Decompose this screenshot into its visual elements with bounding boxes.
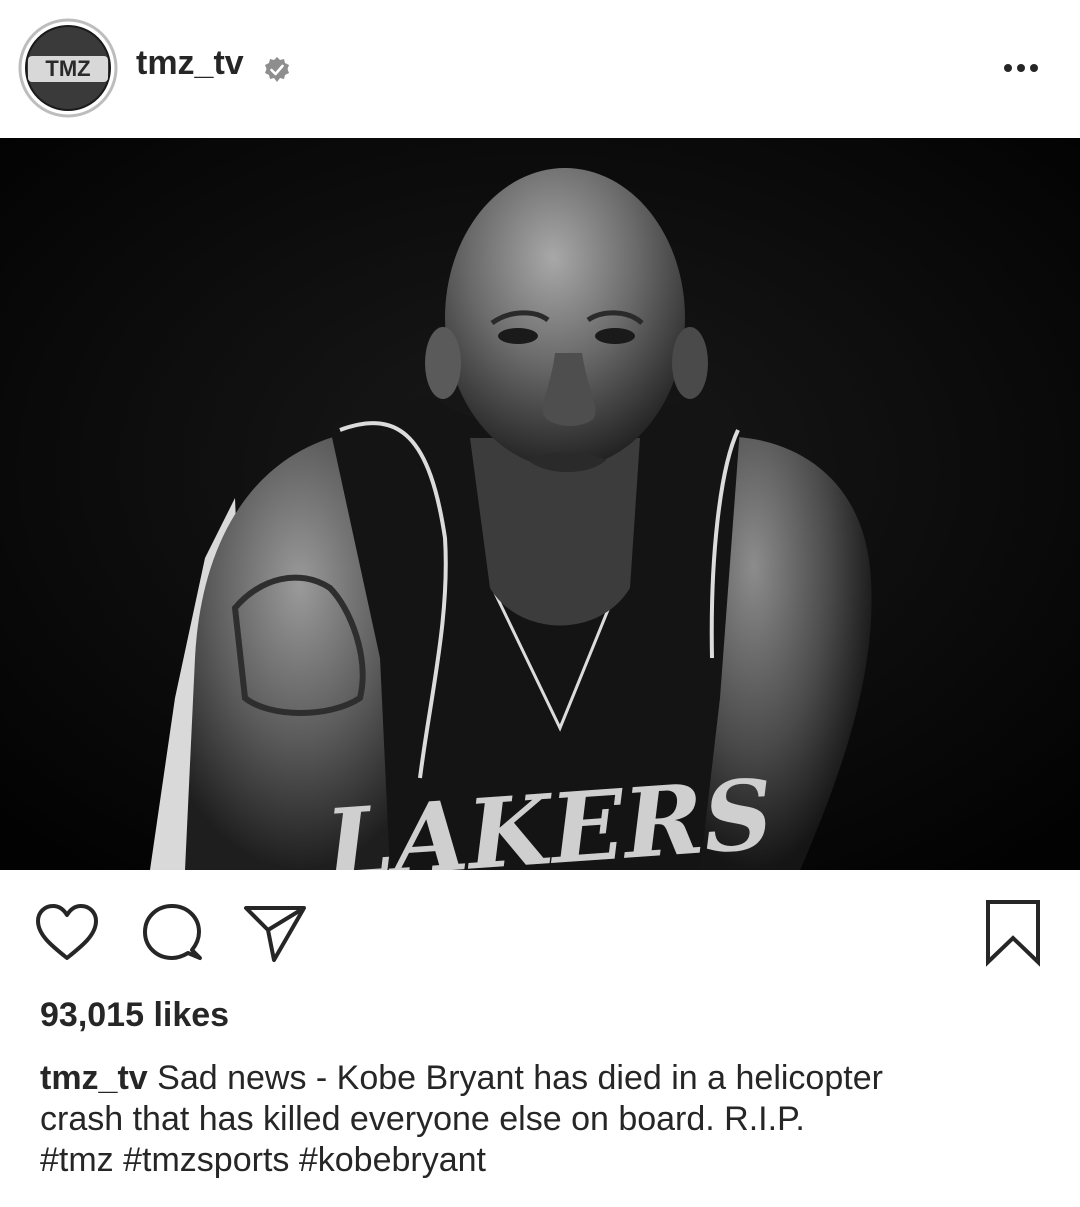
caption-text-1: Sad news - Kobe Bryant has died in a hel… [157,1059,883,1097]
more-options-icon[interactable] [996,50,1046,86]
caption: tmz_tv Sad news - Kobe Bryant has died i… [40,1058,1040,1181]
post-header: TMZ tmz_tv [0,0,1080,138]
caption-hashtags[interactable]: #tmz #tmzsports #kobebryant [40,1140,1040,1181]
bookmark-icon[interactable] [982,898,1044,968]
verified-badge-icon [265,57,289,82]
post-photo-image: LAKERS [0,138,1080,870]
caption-username[interactable]: tmz_tv [40,1059,148,1097]
caption-line-1: tmz_tv Sad news - Kobe Bryant has died i… [40,1058,1040,1099]
comment-icon[interactable] [138,902,208,964]
username[interactable]: tmz_tv [136,44,244,83]
post-photo[interactable]: LAKERS [0,138,1080,870]
svg-text:TMZ: TMZ [45,56,90,81]
heart-icon[interactable] [32,902,102,964]
likes-count[interactable]: 93,015 likes [40,996,229,1035]
avatar[interactable]: TMZ [18,18,118,118]
caption-line-2: crash that has killed everyone else on b… [40,1100,805,1138]
paper-plane-icon[interactable] [242,902,308,964]
